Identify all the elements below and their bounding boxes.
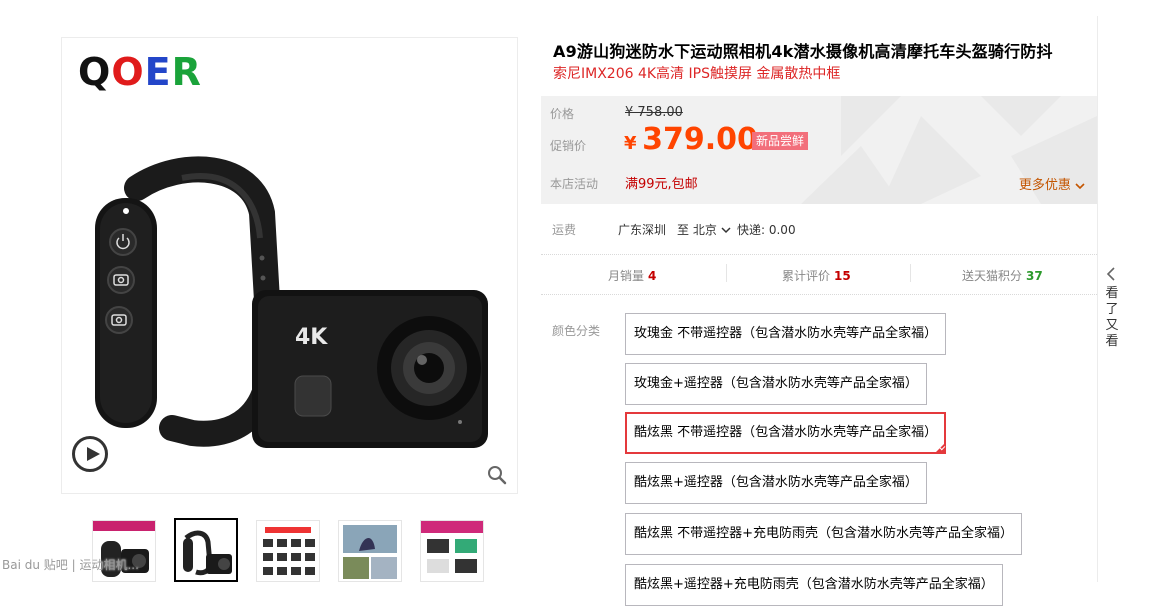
stat-label: 月销量 bbox=[608, 269, 645, 283]
new-product-badge: 新品尝鲜 bbox=[752, 132, 809, 150]
thumbnail-5[interactable] bbox=[420, 520, 484, 582]
play-video-button[interactable] bbox=[72, 436, 108, 472]
product-subtitle: 索尼IMX206 4K高清 IPS触摸屏 金属散热中框 bbox=[553, 66, 841, 82]
thumbnail-2[interactable] bbox=[174, 518, 238, 582]
promo-price: ¥ 379.00 bbox=[624, 122, 758, 157]
see-also-char: 又 bbox=[1105, 318, 1119, 333]
promo-price-value: 379.00 bbox=[642, 122, 758, 157]
sku-option-label: 酷炫黑+遥控器+充电防雨壳（包含潜水防水壳等产品全家福） bbox=[634, 577, 994, 592]
main-product-image[interactable]: QOER 4K bbox=[61, 37, 518, 494]
camera-4k-label: 4K bbox=[295, 325, 328, 350]
shipping-destination: 至 北京 bbox=[677, 223, 717, 237]
stat-value: 15 bbox=[834, 269, 851, 283]
stat-separator bbox=[726, 264, 727, 282]
divider bbox=[541, 254, 1097, 255]
chevron-down-icon bbox=[721, 227, 731, 234]
see-also-tab[interactable]: 看 了 又 看 bbox=[1104, 264, 1120, 350]
divider bbox=[541, 294, 1097, 295]
stat-value: 37 bbox=[1026, 269, 1043, 283]
thumbnail-3[interactable] bbox=[256, 520, 320, 582]
zoom-icon[interactable] bbox=[487, 465, 507, 485]
more-deals-link[interactable]: 更多优惠 bbox=[1019, 174, 1085, 193]
store-activity-value: 满99元,包邮 bbox=[625, 177, 698, 192]
sku-option[interactable]: 酷炫黑 不带遥控器+充电防雨壳（包含潜水防水壳等产品全家福） bbox=[625, 513, 1023, 555]
shipping-fee: 快递: 0.00 bbox=[737, 223, 796, 237]
stat-label: 累计评价 bbox=[782, 269, 831, 283]
sku-option-label: 玫瑰金 不带遥控器（包含潜水防水壳等产品全家福） bbox=[634, 326, 938, 341]
more-deals-label: 更多优惠 bbox=[1018, 178, 1071, 193]
product-title: A9游山狗迷防水下运动照相机4k潜水摄像机高清摩托车头盔骑行防抖 bbox=[553, 42, 1053, 61]
shipping-label: 运费 bbox=[552, 223, 577, 237]
see-also-char: 了 bbox=[1105, 302, 1119, 317]
price-panel: 价格 ¥ 758.00 促销价 ¥ 379.00 新品尝鲜 本店活动 满99元,… bbox=[541, 96, 1097, 204]
sku-option[interactable]: 酷炫黑+遥控器（包含潜水防水壳等产品全家福） bbox=[625, 462, 927, 504]
stat-separator bbox=[910, 264, 911, 282]
chevron-down-icon bbox=[1075, 182, 1085, 189]
watermark: Bai du 贴吧 | 运动相机... bbox=[2, 558, 139, 572]
original-price: ¥ 758.00 bbox=[625, 105, 683, 120]
shipping-destination-select[interactable]: 至 北京 bbox=[677, 221, 731, 238]
product-photo: 4K bbox=[95, 156, 488, 448]
thumbnail-strip bbox=[88, 518, 508, 582]
sku-option-label: 酷炫黑+遥控器（包含潜水防水壳等产品全家福） bbox=[634, 475, 918, 490]
store-activity-label: 本店活动 bbox=[550, 177, 599, 191]
see-also-char: 看 bbox=[1105, 286, 1119, 301]
selected-check-icon bbox=[934, 442, 947, 454]
thumbnail-4[interactable] bbox=[338, 520, 402, 582]
stat-monthly-sales: 月销量 4 bbox=[608, 267, 656, 284]
stat-value: 4 bbox=[648, 269, 657, 283]
promo-price-label: 促销价 bbox=[550, 139, 587, 153]
stat-label: 送天猫积分 bbox=[962, 269, 1023, 283]
stat-total-reviews[interactable]: 累计评价 15 bbox=[782, 267, 851, 284]
right-rail-divider bbox=[1097, 16, 1098, 582]
sku-option[interactable]: 玫瑰金 不带遥控器（包含潜水防水壳等产品全家福） bbox=[625, 313, 947, 355]
sku-option-selected[interactable]: 酷炫黑 不带遥控器（包含潜水防水壳等产品全家福） bbox=[625, 412, 947, 454]
price-label: 价格 bbox=[550, 107, 575, 121]
color-category-label: 颜色分类 bbox=[552, 324, 601, 338]
sku-option-label: 酷炫黑 不带遥控器+充电防雨壳（包含潜水防水壳等产品全家福） bbox=[634, 526, 1014, 541]
see-also-char: 看 bbox=[1105, 334, 1119, 349]
sku-option-label: 玫瑰金+遥控器（包含潜水防水壳等产品全家福） bbox=[634, 376, 918, 391]
chevron-left-icon bbox=[1106, 267, 1115, 281]
stat-tmall-points: 送天猫积分 37 bbox=[962, 267, 1043, 284]
sku-option[interactable]: 玫瑰金+遥控器（包含潜水防水壳等产品全家福） bbox=[625, 363, 927, 405]
sku-option-label: 酷炫黑 不带遥控器（包含潜水防水壳等产品全家福） bbox=[634, 425, 938, 440]
sku-option[interactable]: 酷炫黑+遥控器+充电防雨壳（包含潜水防水壳等产品全家福） bbox=[625, 564, 1003, 606]
shipping-origin: 广东深圳 bbox=[618, 223, 667, 237]
currency-symbol: ¥ bbox=[624, 133, 637, 154]
